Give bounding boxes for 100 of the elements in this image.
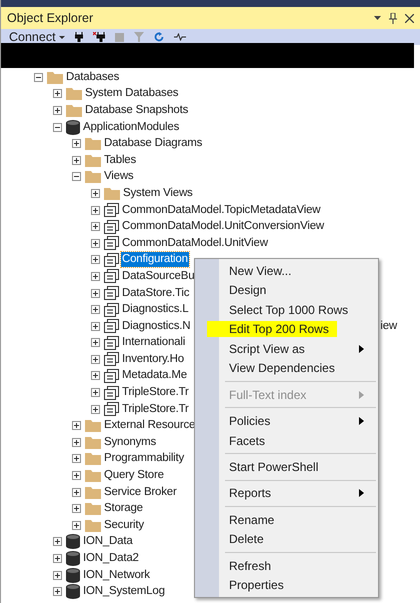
folder-icon xyxy=(85,452,101,466)
expand-icon[interactable] xyxy=(91,288,100,298)
menu-item[interactable]: Reports xyxy=(195,484,378,504)
menu-item[interactable]: Properties xyxy=(195,576,378,595)
collapse-icon[interactable] xyxy=(72,172,81,182)
folder-icon xyxy=(85,419,101,432)
menu-item[interactable]: Rename xyxy=(195,510,378,530)
expand-icon[interactable] xyxy=(53,587,62,596)
tree-item[interactable]: CommonDataModel.UnitConversionView xyxy=(121,219,325,234)
menu-item[interactable]: Select Top 1000 Rows xyxy=(195,300,378,320)
tree-item[interactable]: Database Snapshots xyxy=(84,102,190,118)
tree-item[interactable]: CommonDataModel.TopicMetadataView xyxy=(121,202,322,218)
tree-item[interactable]: Views xyxy=(103,169,134,184)
tree-item[interactable]: ApplicationModules xyxy=(82,120,180,135)
tree-item[interactable]: Storage xyxy=(103,501,144,516)
expand-icon[interactable] xyxy=(72,139,81,148)
menu-item[interactable]: Facets xyxy=(195,430,378,450)
tree-item[interactable]: Synonyms xyxy=(103,434,158,450)
expand-icon[interactable] xyxy=(72,488,81,497)
view-icon xyxy=(104,302,119,317)
expand-icon[interactable] xyxy=(72,504,81,514)
tree-item[interactable]: CommonDataModel.UnitView xyxy=(121,236,269,251)
menu-item[interactable]: Design xyxy=(195,280,378,300)
expand-icon[interactable] xyxy=(72,421,81,430)
pin-icon[interactable] xyxy=(389,12,397,24)
expand-icon[interactable] xyxy=(72,156,81,165)
expand-icon[interactable] xyxy=(91,388,100,398)
menu-item[interactable]: Script View as xyxy=(195,338,378,358)
tree-item[interactable]: Programmability xyxy=(103,451,186,466)
refresh-icon[interactable] xyxy=(154,32,164,42)
menu-item[interactable]: View Dependencies xyxy=(195,358,378,378)
expand-icon[interactable] xyxy=(53,570,62,580)
tree-item[interactable]: ION_SystemLog xyxy=(82,584,166,600)
expand-icon[interactable] xyxy=(53,106,62,115)
database-icon xyxy=(66,551,80,566)
expand-icon[interactable] xyxy=(91,322,100,331)
tree-item[interactable]: Security xyxy=(103,518,145,533)
tree-item[interactable]: Databases xyxy=(65,70,120,85)
expand-icon[interactable] xyxy=(91,404,100,414)
tree-item[interactable]: Internationali xyxy=(121,335,186,350)
close-icon[interactable] xyxy=(405,14,414,22)
view-icon xyxy=(104,269,119,284)
tree-item[interactable]: Tables xyxy=(103,152,138,168)
tree-item[interactable]: Inventory.Ho xyxy=(121,352,185,367)
database-icon xyxy=(66,568,80,583)
tree-item[interactable]: DataStore.Tic xyxy=(121,286,190,301)
folder-icon xyxy=(85,154,101,167)
menu-item[interactable]: Delete xyxy=(195,530,378,550)
tree-item[interactable]: ION_Network xyxy=(82,568,151,583)
expand-icon[interactable] xyxy=(91,222,100,232)
expand-icon[interactable] xyxy=(91,206,100,215)
tree-item[interactable]: TripleStore.Tr xyxy=(121,402,190,417)
folder-icon xyxy=(85,436,101,449)
disconnect-icon[interactable] xyxy=(92,32,105,42)
menu-item[interactable]: Policies xyxy=(195,411,378,431)
menu-item[interactable]: Start PowerShell xyxy=(195,457,378,477)
expand-icon[interactable] xyxy=(91,238,100,248)
menu-item[interactable]: Refresh xyxy=(195,556,378,576)
expand-icon[interactable] xyxy=(72,454,81,464)
tree-item[interactable]: Database Diagrams xyxy=(103,136,204,152)
expand-icon[interactable] xyxy=(91,338,100,348)
expand-icon[interactable] xyxy=(91,255,100,264)
expand-icon[interactable] xyxy=(53,537,62,546)
tree-item[interactable]: System Views xyxy=(122,186,194,201)
folder-icon xyxy=(85,502,101,516)
collapse-icon[interactable] xyxy=(34,72,43,82)
expand-icon[interactable] xyxy=(91,272,100,281)
plug-icon[interactable] xyxy=(74,32,83,42)
tree-item[interactable]: Metadata.Me xyxy=(121,368,188,384)
dropdown-icon[interactable] xyxy=(374,16,381,20)
collapse-icon[interactable] xyxy=(53,122,62,132)
view-icon xyxy=(104,402,119,416)
expand-icon[interactable] xyxy=(91,354,100,364)
expand-icon[interactable] xyxy=(53,554,62,564)
activity-icon[interactable] xyxy=(174,33,186,41)
expand-icon[interactable] xyxy=(72,438,81,447)
tree-item[interactable]: Diagnostics.L xyxy=(121,302,190,318)
tree-item[interactable]: Configuration xyxy=(121,252,189,268)
tree-item[interactable]: DataSourceBu xyxy=(121,268,196,284)
tree-item[interactable]: Service Broker xyxy=(103,484,178,500)
tree-item[interactable]: Query Store xyxy=(103,468,165,484)
menu-item[interactable]: New View... xyxy=(195,261,378,280)
tree-item[interactable]: ION_Data2 xyxy=(82,551,140,566)
expand-icon[interactable] xyxy=(91,371,100,380)
tree-item[interactable]: External Resource xyxy=(103,418,196,434)
tree-item[interactable]: TripleStore.Tr xyxy=(121,385,190,400)
caret-icon xyxy=(58,36,65,38)
expand-icon[interactable] xyxy=(72,471,81,480)
tree-item[interactable]: ION_Data xyxy=(82,534,134,550)
tree-item[interactable]: System Databases xyxy=(84,86,180,102)
connect-button[interactable]: Connect xyxy=(9,30,65,44)
submenu-arrow-icon xyxy=(359,390,364,399)
submenu-arrow-icon xyxy=(359,489,364,498)
expand-icon[interactable] xyxy=(53,89,62,98)
tree-item[interactable]: Diagnostics.N xyxy=(121,318,192,334)
expand-icon[interactable] xyxy=(91,305,100,314)
expand-icon[interactable] xyxy=(72,520,81,530)
expand-icon[interactable] xyxy=(91,188,100,198)
folder-icon xyxy=(85,518,101,532)
database-icon xyxy=(66,120,80,135)
